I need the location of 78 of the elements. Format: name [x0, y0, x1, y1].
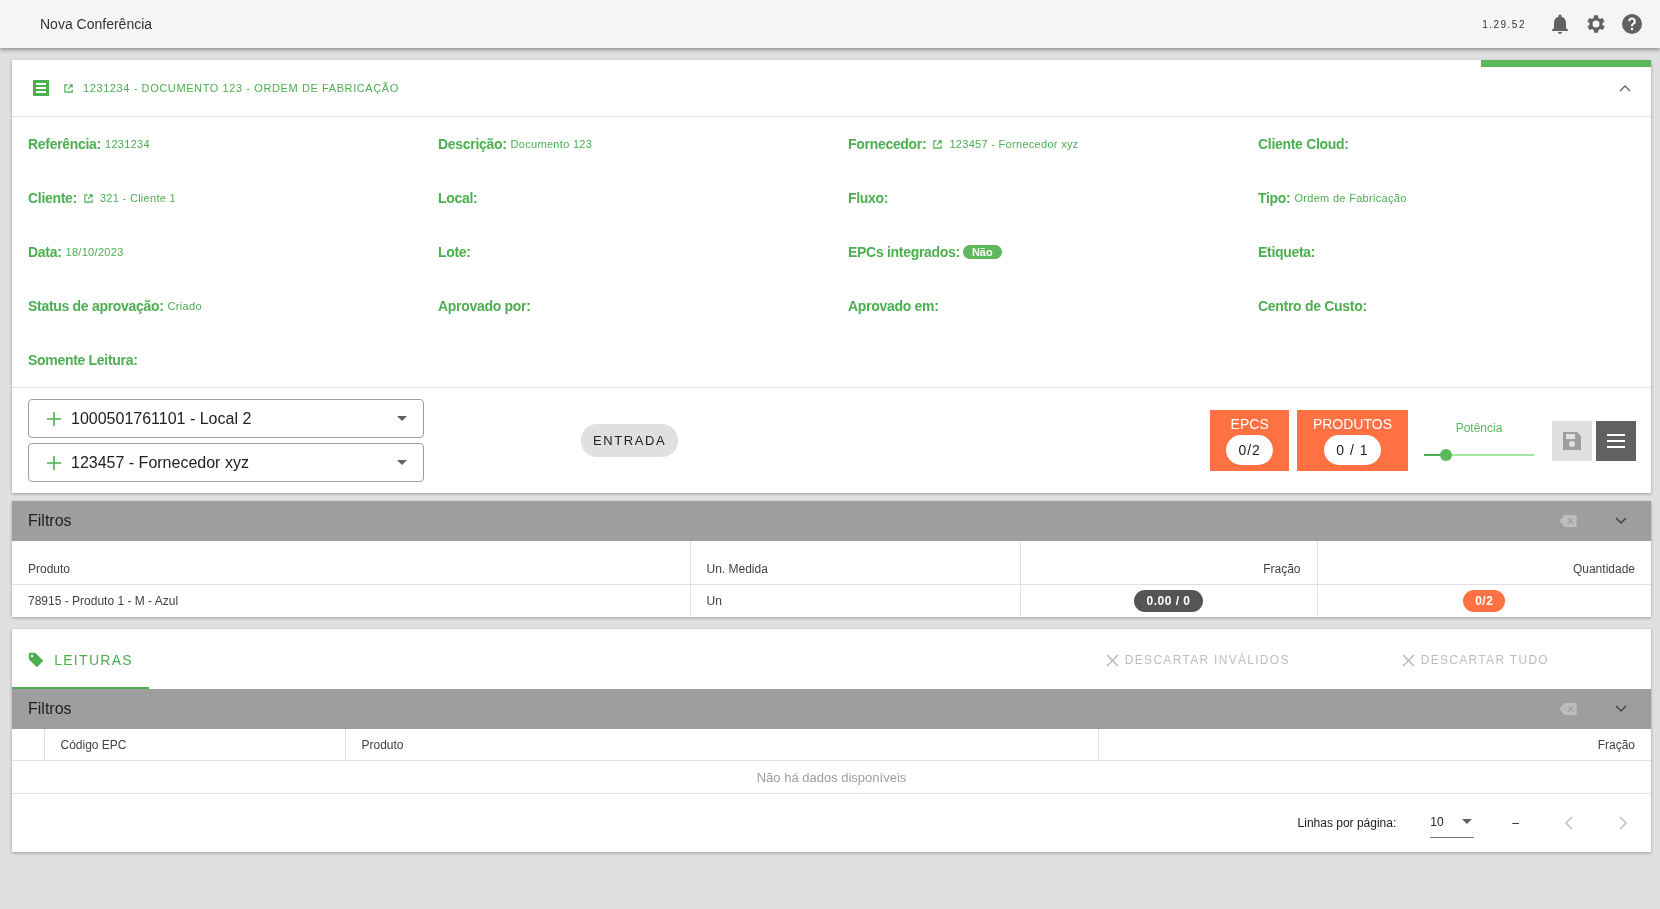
slider-thumb[interactable] [1440, 448, 1452, 461]
value-badge: 0.00 / 0 [1134, 590, 1203, 612]
field-label: Somente Leitura: [28, 352, 138, 368]
next-page-icon[interactable] [1619, 816, 1627, 830]
help-icon[interactable] [1620, 12, 1644, 36]
save-button[interactable] [1552, 420, 1592, 461]
counter-label: EPCS [1230, 416, 1269, 432]
counter-label: PRODUTOS [1312, 416, 1392, 432]
close-icon [1105, 653, 1119, 667]
field-value: 1231234 [104, 138, 150, 150]
value-badge: 0/2 [1463, 590, 1506, 612]
field-label: Referência: [28, 136, 101, 152]
table-header-cell[interactable]: Un. Medida [690, 541, 1020, 585]
document-title: 1231234 - DOCUMENTO 123 - ORDEM DE FABRICAÇÃO [83, 82, 399, 94]
close-icon [1401, 653, 1415, 667]
table-header-cell[interactable]: Fração [1098, 729, 1651, 761]
rows-per-page-label: Linhas por página: [1297, 816, 1397, 830]
field-value: Documento 123 [510, 138, 593, 150]
power-slider[interactable] [1424, 448, 1534, 461]
field-label: Etiqueta: [1258, 244, 1316, 260]
table-header-cell[interactable]: Código EPC [44, 729, 345, 761]
table-header-cell[interactable]: Produto [345, 729, 1098, 761]
filters-title: Filtros [28, 512, 72, 530]
field-value: Criado [167, 300, 202, 312]
table-header-cell[interactable]: Produto [12, 541, 690, 585]
field-value: 18/10/2023 [65, 246, 124, 258]
field-label: Fornecedor: [848, 136, 927, 152]
filters-bar[interactable]: Filtros [12, 689, 1651, 729]
collapse-icon[interactable] [1619, 84, 1631, 92]
document-list-icon [31, 78, 51, 98]
counter-value: 0 / 1 [1324, 435, 1381, 465]
field-label: Aprovado em: [848, 298, 939, 314]
rows-per-page-select[interactable]: 10 [1430, 808, 1475, 838]
caret-icon [397, 416, 407, 421]
caret-icon [397, 460, 407, 465]
external-link-icon[interactable] [932, 138, 944, 150]
expand-icon[interactable] [1615, 705, 1627, 713]
field-label: Lote: [438, 244, 471, 260]
select-field[interactable]: 1000501761101 - Local 2 [28, 399, 424, 438]
filters-title: Filtros [28, 700, 72, 718]
field-label: Descrição: [438, 136, 507, 152]
clear-filter-icon[interactable] [1559, 703, 1577, 715]
field-label: Tipo: [1258, 190, 1291, 206]
version-label: 1.29.52 [1482, 18, 1526, 30]
clear-filter-icon[interactable] [1559, 515, 1577, 527]
field-value: Ordem de Fabricação [1294, 192, 1407, 204]
field-label: Aprovado por: [438, 298, 531, 314]
select-field[interactable]: 123457 - Fornecedor xyz [28, 443, 424, 482]
slider-label: Potência [1455, 420, 1503, 435]
app-title: Nova Conferência [40, 16, 153, 32]
menu-button[interactable] [1596, 420, 1636, 461]
field-label: Data: [28, 244, 62, 260]
field-value: 123457 - Fornecedor xyz [949, 138, 1079, 150]
page-range: – [1512, 816, 1519, 830]
plus-icon[interactable] [47, 455, 61, 470]
table-cell: Un [690, 584, 1020, 617]
table-cell: 78915 - Produto 1 - M - Azul [12, 584, 690, 617]
field-label: Local: [438, 190, 478, 206]
counter-value: 0/2 [1226, 435, 1273, 465]
field-label: EPCs integrados: [848, 244, 960, 260]
status-badge: Não [962, 245, 1002, 259]
empty-message: Não há dados disponíveis [756, 769, 907, 785]
direction-chip: ENTRADA [581, 424, 679, 457]
expand-icon[interactable] [1615, 517, 1627, 525]
table-header-cell[interactable]: Fração [1020, 541, 1317, 585]
table-header-cell[interactable]: Quantidade [1317, 541, 1651, 585]
previous-page-icon[interactable] [1565, 816, 1573, 830]
field-label: Status de aprovação: [28, 298, 164, 314]
external-link-icon[interactable] [63, 82, 74, 94]
field-label: Fluxo: [848, 190, 889, 206]
field-value: 321 - Cliente 1 [99, 192, 176, 204]
external-link-icon[interactable] [82, 192, 94, 204]
field-label: Cliente: [28, 190, 77, 206]
field-label: Cliente Cloud: [1258, 136, 1349, 152]
plus-icon[interactable] [47, 411, 61, 426]
caret-icon [1461, 819, 1472, 824]
filters-bar[interactable]: Filtros [12, 501, 1651, 541]
field-label: Centro de Custo: [1258, 298, 1367, 314]
